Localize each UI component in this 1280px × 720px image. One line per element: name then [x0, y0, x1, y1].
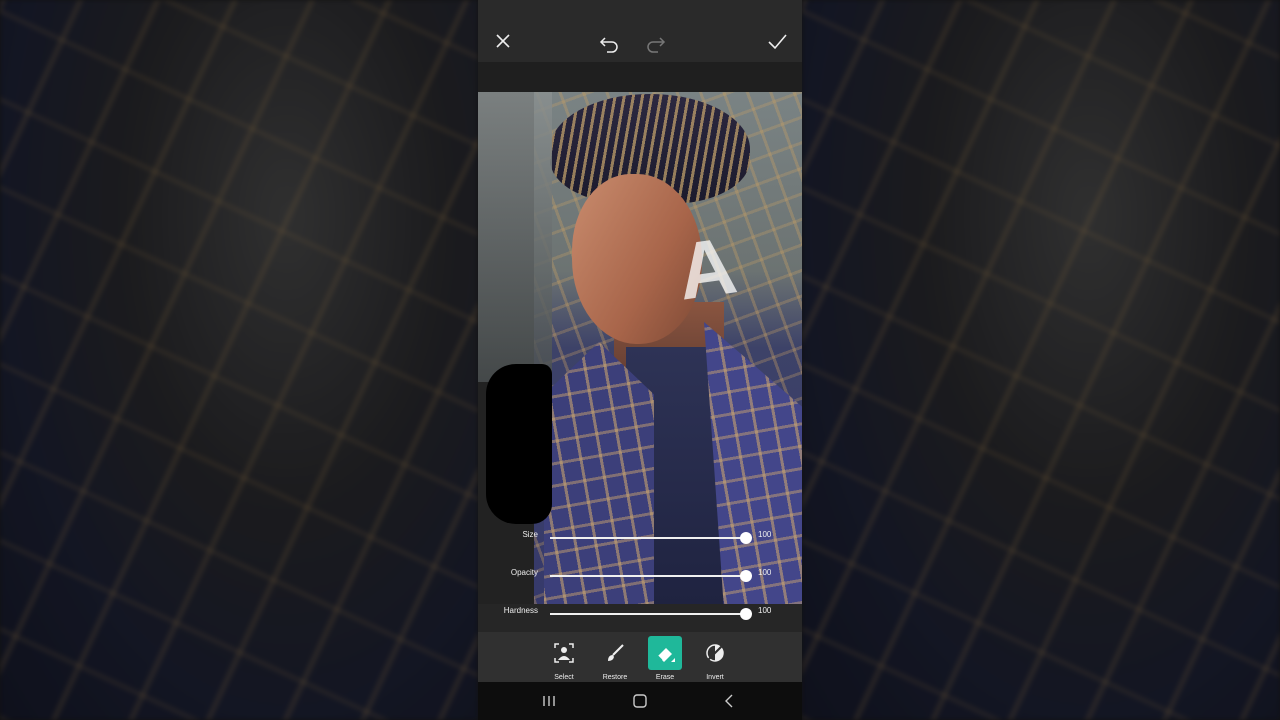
tool-erase[interactable]: Erase — [645, 636, 685, 682]
close-icon — [496, 34, 510, 48]
slider-track[interactable] — [550, 570, 752, 582]
tool-invert[interactable]: Invert — [695, 636, 735, 682]
brush-icon — [598, 636, 632, 670]
close-button[interactable] — [488, 26, 518, 56]
tool-label: Invert — [706, 674, 724, 681]
tool-select[interactable]: Select — [544, 636, 584, 682]
invert-icon — [698, 636, 732, 670]
opacity-slider[interactable]: Opacity 100 — [478, 566, 802, 586]
undo-icon — [599, 37, 618, 53]
slider-track[interactable] — [550, 608, 752, 620]
slider-value: 100 — [758, 606, 772, 615]
watermark-letter: A — [672, 220, 742, 317]
hardness-slider[interactable]: Hardness 100 — [478, 604, 802, 624]
system-nav-bar — [478, 682, 802, 720]
brush-settings: Size 100 Opacity 100 Hardness 100 — [478, 518, 802, 632]
eraser-icon — [648, 636, 682, 670]
slider-fill — [550, 575, 746, 577]
slider-track[interactable] — [550, 532, 752, 544]
canvas-header-strip — [478, 62, 802, 92]
redo-icon — [647, 37, 666, 53]
select-person-icon — [547, 636, 581, 670]
blurred-background-right — [802, 0, 1280, 720]
slider-fill — [550, 613, 746, 615]
top-bar — [478, 0, 802, 62]
tool-label: Erase — [655, 674, 675, 681]
check-icon — [768, 34, 787, 50]
slider-label: Opacity — [510, 568, 538, 577]
slider-label: Hardness — [503, 606, 538, 615]
tool-label: Select — [554, 674, 574, 681]
slider-knob[interactable] — [740, 532, 752, 544]
apply-button[interactable] — [762, 26, 792, 56]
recents-button[interactable] — [540, 693, 558, 709]
tool-bar: Select Restore Erase Invert — [478, 632, 802, 682]
slider-label: Size — [522, 530, 538, 539]
back-button[interactable] — [721, 693, 739, 709]
recents-icon — [543, 696, 555, 706]
erase-stroke — [486, 364, 552, 524]
home-icon — [633, 694, 647, 708]
slider-value: 100 — [758, 568, 772, 577]
phone-screen: A Size 100 Opacity 100 Hardness 100 Sele… — [478, 0, 802, 720]
back-icon — [725, 694, 733, 708]
size-slider[interactable]: Size 100 — [478, 528, 802, 548]
tool-label: Restore — [602, 674, 628, 681]
slider-knob[interactable] — [740, 570, 752, 582]
undo-button[interactable] — [594, 26, 624, 56]
slider-value: 100 — [758, 530, 772, 539]
tool-restore[interactable]: Restore — [595, 636, 635, 682]
redo-button[interactable] — [641, 26, 671, 56]
slider-fill — [550, 537, 746, 539]
slider-knob[interactable] — [740, 608, 752, 620]
home-button[interactable] — [631, 693, 649, 709]
blurred-background-left — [0, 0, 478, 720]
erased-area — [478, 92, 552, 382]
